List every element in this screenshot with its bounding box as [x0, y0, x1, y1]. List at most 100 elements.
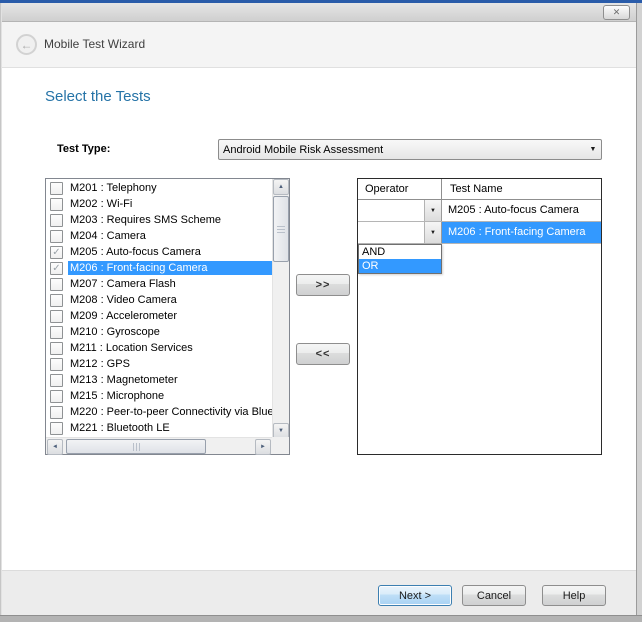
wizard-header: ← Mobile Test Wizard: [2, 22, 636, 68]
checkbox[interactable]: [50, 374, 63, 387]
test-name-column-header: Test Name: [442, 179, 601, 199]
list-item-label: M211 : Location Services: [68, 341, 272, 355]
scroll-left-button[interactable]: ◄: [47, 439, 63, 455]
checkbox[interactable]: [50, 358, 63, 371]
checkbox[interactable]: [50, 294, 63, 307]
window-frame-bottom: [0, 615, 642, 622]
list-item-label: M208 : Video Camera: [68, 293, 272, 307]
vertical-scrollbar-thumb[interactable]: [273, 196, 289, 262]
titlebar: ✕: [2, 3, 636, 22]
operator-cell[interactable]: ▼: [358, 200, 442, 221]
close-button[interactable]: ✕: [603, 5, 630, 20]
list-item-label: M213 : Magnetometer: [68, 373, 272, 387]
checkbox[interactable]: [50, 230, 63, 243]
footer-bar: Next > Cancel Help: [2, 570, 636, 615]
scroll-up-button[interactable]: ▲: [273, 179, 289, 195]
operator-option[interactable]: AND: [359, 245, 441, 259]
operator-dropdown-button[interactable]: ▼: [424, 222, 441, 243]
help-button[interactable]: Help: [542, 585, 606, 606]
checkbox[interactable]: ✓: [50, 246, 63, 259]
checkbox[interactable]: [50, 214, 63, 227]
operator-column-header: Operator: [358, 179, 442, 199]
list-item[interactable]: M215 : Microphone: [47, 388, 272, 404]
next-button[interactable]: Next >: [378, 585, 452, 606]
scroll-down-icon: ▼: [278, 428, 284, 434]
scroll-right-button[interactable]: ►: [255, 439, 271, 455]
list-item-label: M209 : Accelerometer: [68, 309, 272, 323]
list-item-label: M204 : Camera: [68, 229, 272, 243]
window-frame-left: [0, 3, 2, 622]
chevron-down-icon: ▼: [585, 146, 601, 153]
page-title: Select the Tests: [45, 88, 151, 105]
list-item-label: M220 : Peer-to-peer Connectivity via Blu…: [68, 405, 272, 419]
checkbox[interactable]: ✓: [50, 262, 63, 275]
checkbox[interactable]: [50, 326, 63, 339]
list-item[interactable]: M207 : Camera Flash: [47, 276, 272, 292]
checkbox[interactable]: [50, 198, 63, 211]
checkbox[interactable]: [50, 342, 63, 355]
list-item[interactable]: M212 : GPS: [47, 356, 272, 372]
operator-dropdown-button[interactable]: ▼: [424, 200, 441, 221]
scroll-up-icon: ▲: [278, 184, 284, 190]
operator-option[interactable]: OR: [359, 259, 441, 273]
checkbox[interactable]: [50, 310, 63, 323]
list-item[interactable]: M209 : Accelerometer: [47, 308, 272, 324]
list-item-label: M210 : Gyroscope: [68, 325, 272, 339]
checkbox[interactable]: [50, 278, 63, 291]
mobile-test-wizard-window: ✕ ← Mobile Test Wizard Select the Tests …: [0, 0, 642, 622]
available-tests-list: M201 : TelephonyM202 : Wi-FiM203 : Requi…: [45, 178, 290, 455]
operator-dropdown-popup: ANDOR: [358, 244, 442, 274]
checkbox[interactable]: [50, 182, 63, 195]
chevron-down-icon: ▼: [430, 208, 436, 214]
operator-cell[interactable]: ▼: [358, 222, 442, 243]
list-item-label: M221 : Bluetooth LE: [68, 421, 272, 435]
scroll-grip: [277, 226, 285, 233]
table-header: Operator Test Name: [358, 179, 601, 200]
horizontal-scrollbar[interactable]: ◄ ►: [46, 437, 272, 454]
list-item[interactable]: M213 : Magnetometer: [47, 372, 272, 388]
cancel-button[interactable]: Cancel: [462, 585, 526, 606]
selected-tests-table: Operator Test Name ▼ M205 : Auto-focus Ca…: [357, 178, 602, 455]
chevron-down-icon: ▼: [430, 230, 436, 236]
list-item[interactable]: M203 : Requires SMS Scheme: [47, 212, 272, 228]
test-name-cell: M206 : Front-facing Camera: [442, 222, 601, 243]
vertical-scrollbar[interactable]: ▲ ▼: [272, 179, 289, 439]
list-item-label: M215 : Microphone: [68, 389, 272, 403]
available-tests-list-rows: M201 : TelephonyM202 : Wi-FiM203 : Requi…: [47, 180, 272, 437]
scroll-left-icon: ◄: [52, 444, 58, 450]
list-item[interactable]: M201 : Telephony: [47, 180, 272, 196]
test-type-dropdown[interactable]: Android Mobile Risk Assessment ▼: [218, 139, 602, 160]
list-item[interactable]: ✓ M205 : Auto-focus Camera: [47, 244, 272, 260]
list-item[interactable]: ✓ M206 : Front-facing Camera: [47, 260, 272, 276]
list-item-label: M205 : Auto-focus Camera: [68, 245, 272, 259]
test-type-label: Test Type:: [57, 143, 110, 155]
list-item-label: M203 : Requires SMS Scheme: [68, 213, 272, 227]
window-frame-right: [636, 3, 642, 622]
scroll-right-icon: ►: [260, 444, 266, 450]
table-body: ▼ M205 : Auto-focus Camera ▼ M206 : Front-f…: [358, 200, 601, 244]
scrollbar-corner: [272, 437, 289, 454]
list-item-label: M207 : Camera Flash: [68, 277, 272, 291]
checkbox[interactable]: [50, 422, 63, 435]
table-row[interactable]: ▼ M206 : Front-facing Camera: [358, 222, 601, 244]
back-button[interactable]: ←: [16, 34, 37, 55]
list-item[interactable]: M211 : Location Services: [47, 340, 272, 356]
checkbox[interactable]: [50, 406, 63, 419]
list-item[interactable]: M221 : Bluetooth LE: [47, 420, 272, 436]
horizontal-scrollbar-thumb[interactable]: [66, 439, 206, 454]
list-item[interactable]: M210 : Gyroscope: [47, 324, 272, 340]
checkbox[interactable]: [50, 390, 63, 403]
list-item[interactable]: M208 : Video Camera: [47, 292, 272, 308]
back-icon: ←: [21, 38, 33, 52]
list-item[interactable]: M220 : Peer-to-peer Connectivity via Blu…: [47, 404, 272, 420]
list-item[interactable]: M204 : Camera: [47, 228, 272, 244]
test-name-cell: M205 : Auto-focus Camera: [442, 200, 601, 221]
close-icon: ✕: [613, 7, 621, 18]
list-item-label: M201 : Telephony: [68, 181, 272, 195]
remove-tests-button[interactable]: <<: [296, 343, 350, 365]
list-item[interactable]: M202 : Wi-Fi: [47, 196, 272, 212]
list-item-label: M206 : Front-facing Camera: [68, 261, 272, 275]
add-tests-button[interactable]: >>: [296, 274, 350, 296]
test-type-value: Android Mobile Risk Assessment: [219, 144, 585, 156]
table-row[interactable]: ▼ M205 : Auto-focus Camera: [358, 200, 601, 222]
